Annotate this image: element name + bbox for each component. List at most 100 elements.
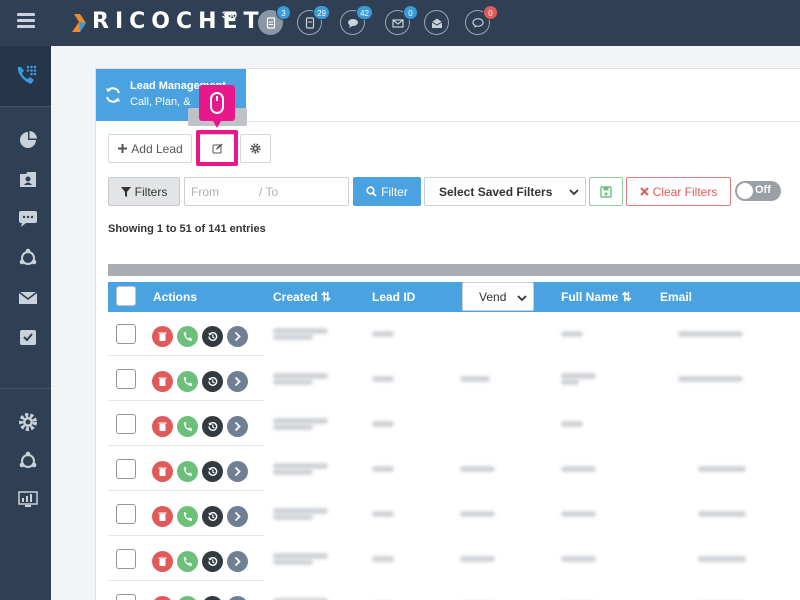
row-checkbox[interactable]	[116, 594, 136, 600]
delete-button[interactable]	[152, 371, 173, 392]
chat-badge: 42	[356, 5, 373, 20]
toggle-switch[interactable]: Off	[735, 181, 781, 201]
delete-button[interactable]	[152, 416, 173, 437]
add-lead-button[interactable]: Add Lead	[108, 134, 192, 163]
history-button[interactable]	[202, 326, 223, 347]
row-checkbox[interactable]	[116, 459, 136, 479]
row-checkbox[interactable]	[116, 324, 136, 344]
open-lead-button[interactable]	[227, 371, 248, 392]
row-checkbox[interactable]	[116, 549, 136, 569]
redacted-cell	[372, 511, 394, 517]
from-placeholder: From	[191, 185, 219, 199]
row-checkbox[interactable]	[116, 369, 136, 389]
saved-filters-select[interactable]: Select Saved Filters	[424, 177, 586, 206]
open-lead-button[interactable]	[227, 551, 248, 572]
file-nav-button[interactable]: 29	[297, 5, 330, 35]
mouse-icon	[210, 92, 224, 114]
redacted-cell	[273, 424, 313, 430]
history-button[interactable]	[202, 461, 223, 482]
horizontal-scrollbar[interactable]	[108, 264, 800, 276]
phone-icon	[183, 332, 192, 341]
filter-button[interactable]: Filter	[353, 177, 421, 206]
filters-toggle-button[interactable]: Filters	[108, 177, 180, 206]
pie-chart-icon[interactable]	[18, 130, 38, 150]
mail-nav-button[interactable]: 0	[385, 5, 418, 35]
sidebar-divider	[0, 106, 51, 107]
mail-badge: 0	[403, 5, 418, 20]
redacted-cell	[372, 466, 394, 472]
call-button[interactable]	[177, 326, 198, 347]
open-lead-button[interactable]	[227, 326, 248, 347]
history-button[interactable]	[202, 416, 223, 437]
open-lead-button[interactable]	[227, 506, 248, 527]
refresh-icon[interactable]	[104, 86, 122, 104]
call-button[interactable]	[177, 596, 198, 600]
header-divider	[246, 121, 800, 122]
settings-icon[interactable]	[18, 412, 38, 432]
top-bar: RICOCHET 360 3 29 42 0 0	[0, 0, 800, 46]
message-badge: 0	[483, 5, 498, 20]
row-checkbox[interactable]	[116, 504, 136, 524]
select-all-checkbox[interactable]	[116, 286, 136, 306]
contacts-icon[interactable]	[18, 170, 38, 190]
delete-button[interactable]	[152, 506, 173, 527]
open-lead-button[interactable]	[227, 461, 248, 482]
delete-button[interactable]	[152, 596, 173, 600]
settings-button[interactable]	[240, 134, 271, 163]
panel-subtitle: Call, Plan, &	[130, 96, 191, 108]
history-button[interactable]	[202, 506, 223, 527]
sidebar-item-dialer[interactable]	[0, 46, 51, 106]
file-icon	[305, 16, 314, 29]
header-full-name[interactable]: Full Name ⇅	[561, 290, 632, 304]
delete-button[interactable]	[152, 551, 173, 572]
document-nav-button[interactable]: 3	[258, 5, 291, 35]
row-checkbox[interactable]	[116, 414, 136, 434]
delete-button[interactable]	[152, 461, 173, 482]
chevron-right-icon	[234, 466, 241, 477]
save-filter-button[interactable]	[589, 177, 623, 206]
trash-icon	[158, 377, 167, 386]
integrations-icon[interactable]	[18, 451, 38, 471]
header-created[interactable]: Created ⇅	[273, 290, 331, 304]
table-row	[108, 447, 800, 491]
vendor-column-select[interactable]: Vend	[462, 282, 534, 311]
history-icon	[208, 466, 218, 476]
chevron-down-icon	[569, 189, 579, 196]
click-highlight	[196, 130, 238, 166]
call-button[interactable]	[177, 461, 198, 482]
date-range-input[interactable]: From / To	[184, 177, 349, 206]
clear-filters-button[interactable]: Clear Filters	[626, 177, 731, 206]
network-icon[interactable]	[18, 248, 38, 268]
phone-icon	[183, 422, 192, 431]
menu-icon[interactable]	[17, 13, 35, 29]
tasks-icon[interactable]	[18, 327, 38, 347]
history-button[interactable]	[202, 371, 223, 392]
message-nav-button[interactable]: 0	[465, 5, 498, 35]
open-lead-button[interactable]	[227, 596, 248, 600]
toggle-label: Off	[755, 184, 771, 196]
header-email[interactable]: Email	[660, 290, 692, 304]
call-button[interactable]	[177, 416, 198, 437]
history-button[interactable]	[202, 551, 223, 572]
sms-icon[interactable]	[18, 209, 38, 229]
header-lead-id[interactable]: Lead ID	[372, 290, 415, 304]
history-button[interactable]	[202, 596, 223, 600]
envelope-open-nav-button[interactable]	[424, 10, 449, 35]
open-lead-button[interactable]	[227, 416, 248, 437]
history-icon	[208, 421, 218, 431]
add-lead-label: Add Lead	[131, 141, 183, 156]
history-icon	[208, 511, 218, 521]
monitor-icon[interactable]	[18, 490, 38, 510]
redacted-cell	[460, 556, 495, 562]
redacted-cell	[273, 469, 313, 475]
call-button[interactable]	[177, 506, 198, 527]
table-row	[108, 402, 800, 446]
call-button[interactable]	[177, 551, 198, 572]
chat-nav-button[interactable]: 42	[340, 5, 373, 35]
call-button[interactable]	[177, 371, 198, 392]
envelope-icon[interactable]	[18, 288, 38, 308]
delete-button[interactable]	[152, 326, 173, 347]
gear-icon	[250, 143, 261, 154]
mail-icon	[391, 18, 404, 28]
sidebar-divider	[0, 388, 51, 389]
